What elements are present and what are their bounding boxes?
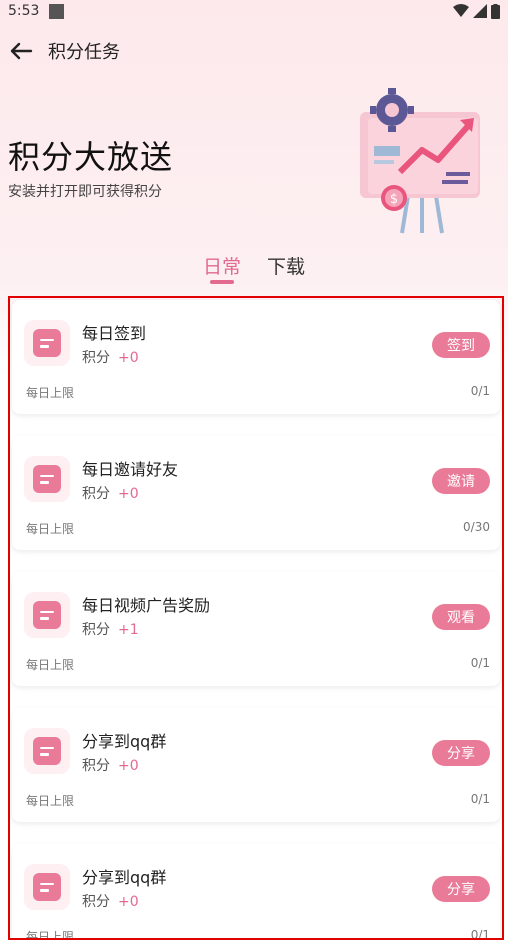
task-icon [24, 456, 70, 502]
page-title: 积分任务 [48, 42, 120, 63]
task-icon [24, 728, 70, 774]
task-icon [24, 864, 70, 910]
share-button[interactable]: 分享 [432, 740, 490, 766]
task-points: 积分 +0 [82, 758, 139, 774]
app-bar: 积分任务 [0, 32, 508, 70]
back-button[interactable] [8, 38, 34, 64]
task-card: 每日签到 积分 +0 签到 每日上限 0/1 [12, 300, 500, 414]
task-name: 每日视频广告奖励 [82, 596, 211, 615]
task-points: 积分 +0 [82, 350, 139, 366]
task-name: 每日邀请好友 [82, 460, 179, 479]
presentation-chart-illustration: $ [360, 88, 480, 234]
task-points: 积分 +0 [82, 894, 139, 910]
wifi-icon [453, 4, 469, 17]
task-card: 分享到qq群 积分 +0 分享 每日上限 0/1 [12, 844, 500, 940]
notification-icon [49, 3, 65, 19]
status-time: 5:53 [8, 3, 40, 19]
arrow-left-icon [10, 42, 33, 60]
task-points: 积分 +1 [82, 622, 139, 638]
task-limit-label: 每日上限 [26, 794, 75, 808]
task-icon [24, 592, 70, 638]
invite-button[interactable]: 邀请 [432, 468, 490, 494]
task-limit-label: 每日上限 [26, 658, 75, 672]
watch-button[interactable]: 观看 [432, 604, 490, 630]
hero-subtitle: 安装并打开即可获得积分 [8, 184, 162, 200]
task-icon [24, 320, 70, 366]
tab-daily[interactable]: 日常 [201, 252, 243, 284]
share-button[interactable]: 分享 [432, 876, 490, 902]
hero-title: 积分大放送 [8, 138, 174, 176]
task-limit-label: 每日上限 [26, 522, 75, 536]
task-card: 分享到qq群 积分 +0 分享 每日上限 0/1 [12, 708, 500, 822]
task-limit-label: 每日上限 [26, 386, 75, 400]
task-count: 0/30 [463, 520, 490, 534]
task-limit-label: 每日上限 [26, 930, 75, 940]
battery-icon [491, 3, 500, 19]
task-count: 0/1 [470, 792, 490, 806]
task-list: 每日签到 积分 +0 签到 每日上限 0/1 每日邀请好友 积分 +0 邀请 每日上… [8, 296, 504, 940]
task-points: 积分 +0 [82, 486, 139, 502]
task-count: 0/1 [470, 928, 490, 940]
tab-bar: 日常 下载 [0, 252, 508, 288]
task-count: 0/1 [470, 656, 490, 670]
svg-text:$: $ [390, 192, 398, 207]
task-name: 每日签到 [82, 324, 147, 343]
sign-in-button[interactable]: 签到 [432, 332, 490, 358]
task-name: 分享到qq群 [82, 732, 167, 751]
task-card: 每日邀请好友 积分 +0 邀请 每日上限 0/30 [12, 436, 500, 550]
status-bar: 5:53 [0, 0, 508, 22]
task-count: 0/1 [470, 384, 490, 398]
task-card: 每日视频广告奖励 积分 +1 观看 每日上限 0/1 [12, 572, 500, 686]
task-name: 分享到qq群 [82, 868, 167, 887]
signal-icon [473, 4, 487, 18]
tab-download[interactable]: 下载 [265, 252, 307, 284]
